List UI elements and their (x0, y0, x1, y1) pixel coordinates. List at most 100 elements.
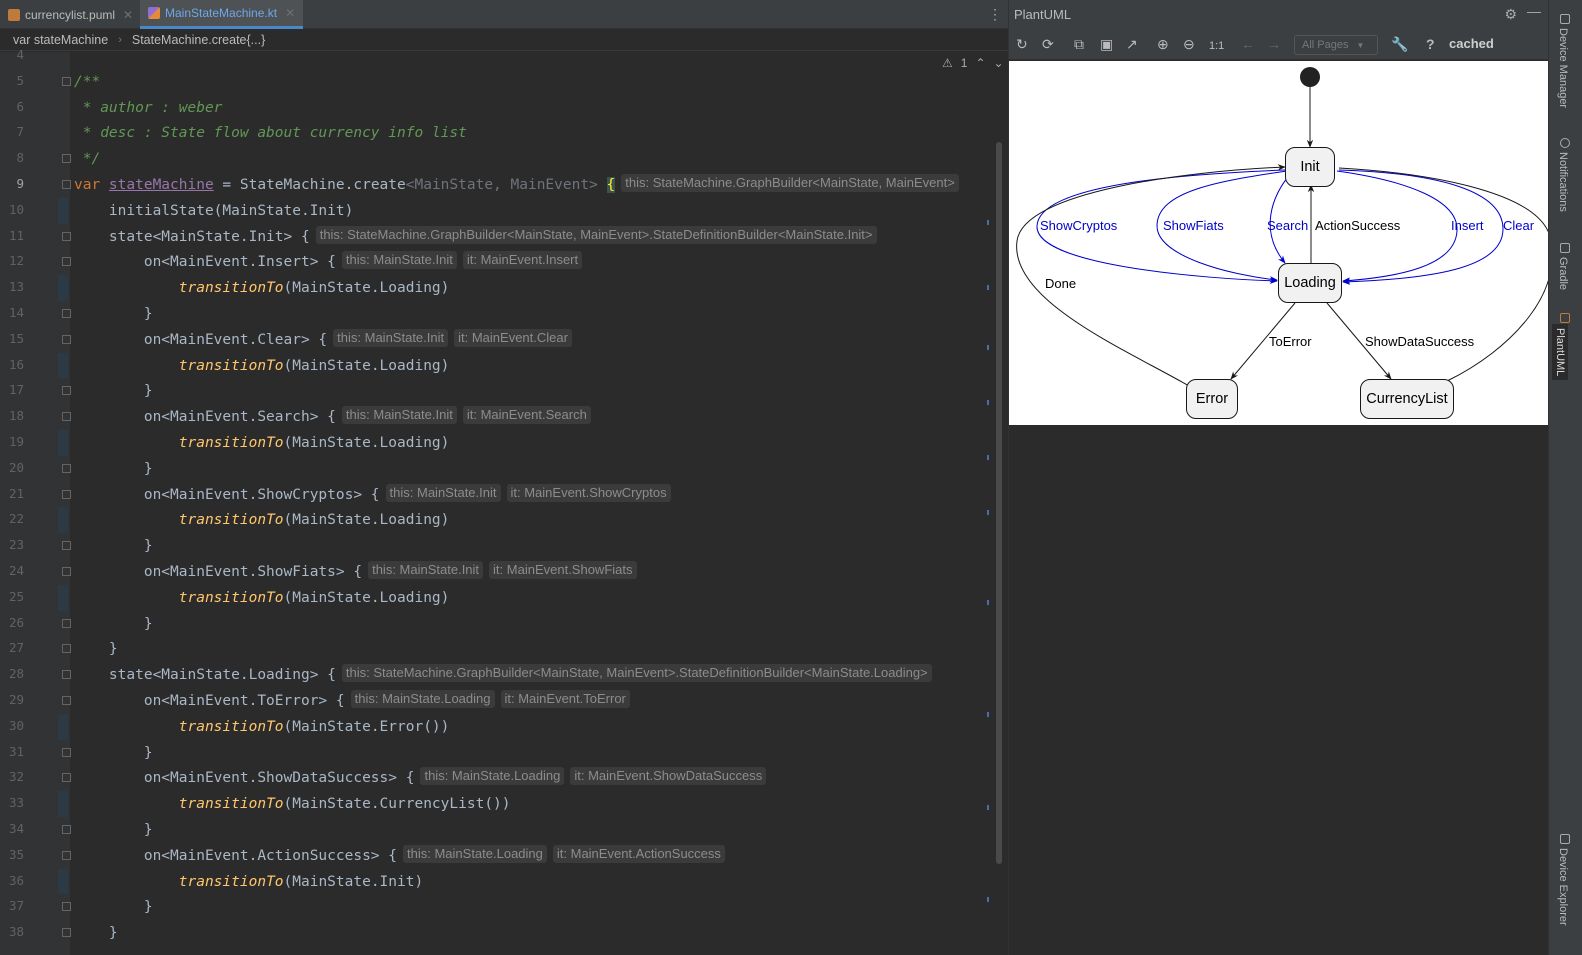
fold-icon[interactable] (62, 747, 71, 757)
fold-icon[interactable] (62, 567, 71, 576)
fold-icon[interactable] (62, 670, 71, 680)
error-stripe-mark[interactable] (987, 345, 989, 350)
fold-icon[interactable] (62, 231, 71, 241)
minimize-icon[interactable]: — (1527, 3, 1541, 19)
code-line[interactable]: initialState(MainState.Init) (74, 199, 353, 223)
fold-icon[interactable] (62, 489, 71, 499)
error-stripe-mark[interactable] (987, 455, 989, 460)
code-line[interactable]: transitionTo(MainState.Loading) (74, 586, 450, 610)
arrow-left-icon[interactable]: ← (1241, 36, 1255, 52)
error-stripe-mark[interactable] (987, 400, 989, 405)
close-icon[interactable]: ✕ (123, 8, 133, 22)
code-line[interactable]: on<MainEvent.ActionSuccess> {this: MainS… (74, 844, 725, 868)
plantuml-button[interactable]: PlantUML (1552, 324, 1568, 381)
save-icon[interactable]: ▣ (1100, 36, 1113, 52)
help-button[interactable]: ? (1426, 36, 1435, 52)
reload-icon[interactable]: ⟳ (1042, 36, 1054, 52)
error-stripe-mark[interactable] (987, 600, 989, 605)
code-line[interactable]: state<MainState.Loading> {this: StateMac… (74, 663, 932, 687)
code-line[interactable]: * desc : State flow about currency info … (74, 121, 467, 145)
state-currency-list[interactable]: CurrencyList (1360, 379, 1454, 419)
code-line[interactable]: */ (74, 147, 100, 171)
fold-icon[interactable] (62, 463, 71, 473)
fold-icon[interactable] (62, 386, 71, 396)
code-line[interactable]: on<MainEvent.ShowCryptos> {this: MainSta… (74, 483, 671, 507)
inspection-widget[interactable]: ⚠ 1 ⌃ ⌄ (938, 56, 1008, 70)
open-external-icon[interactable]: ↗ (1126, 36, 1138, 52)
state-loading[interactable]: Loading (1278, 263, 1342, 303)
code-line[interactable]: } (74, 534, 153, 558)
code-line[interactable]: on<MainEvent.Insert> {this: MainState.In… (74, 250, 583, 274)
code-line[interactable]: transitionTo(MainState.Loading) (74, 431, 450, 455)
actual-size-button[interactable]: 1:1 (1209, 38, 1224, 54)
pages-select[interactable]: All Pages ▼ (1294, 35, 1378, 55)
code-line[interactable]: state<MainState.Init> {this: StateMachin… (74, 225, 877, 249)
code-line[interactable]: transitionTo(MainState.Loading) (74, 276, 450, 300)
zoom-out-icon[interactable]: ⊖ (1183, 36, 1195, 52)
fold-icon[interactable] (62, 541, 71, 551)
breadcrumb-item[interactable]: var stateMachine (13, 33, 108, 47)
error-stripe-mark[interactable] (987, 285, 989, 290)
code-line[interactable]: transitionTo(MainState.Loading) (74, 354, 450, 378)
state-diagram[interactable]: Init Loading Error CurrencyList ShowCryp… (1009, 61, 1548, 425)
code-line[interactable]: } (74, 921, 118, 945)
code-line[interactable]: transitionTo(MainState.Error()) (74, 715, 450, 739)
code-line[interactable]: } (74, 895, 153, 919)
tab-mainstatemachine-kt[interactable]: MainStateMachine.kt ✕ (140, 0, 304, 29)
fold-icon[interactable] (62, 412, 71, 422)
error-stripe-mark[interactable] (987, 897, 989, 902)
fold-icon[interactable] (62, 154, 71, 164)
more-vertical-icon[interactable]: ⋮ (988, 6, 1002, 23)
gear-icon[interactable]: ⚙ (1504, 6, 1517, 23)
fold-icon[interactable] (62, 825, 71, 834)
fold-icon[interactable] (62, 644, 71, 654)
fold-icon[interactable] (62, 618, 71, 628)
code-line[interactable]: } (74, 818, 153, 842)
previous-highlight-icon[interactable]: ⌃ (975, 56, 985, 70)
code-line[interactable]: on<MainEvent.ShowFiats> {this: MainState… (74, 560, 637, 584)
code-line[interactable]: } (74, 379, 153, 403)
zoom-in-icon[interactable]: ⊕ (1157, 36, 1169, 52)
tab-currencylist-puml[interactable]: currencylist.puml ✕ (8, 0, 133, 29)
state-error[interactable]: Error (1186, 379, 1238, 419)
device-explorer-button[interactable]: Device Explorer (1557, 848, 1569, 926)
code-line[interactable]: on<MainEvent.Search> {this: MainState.In… (74, 405, 591, 429)
arrow-right-icon[interactable]: → (1267, 36, 1281, 52)
state-init[interactable]: Init (1285, 147, 1335, 187)
code-line[interactable]: transitionTo(MainState.Loading) (74, 508, 450, 532)
breadcrumb-item[interactable]: StateMachine.create{...} (132, 33, 265, 47)
code-line[interactable]: on<MainEvent.ToError> {this: MainState.L… (74, 689, 630, 713)
refresh-icon[interactable]: ↻ (1016, 36, 1028, 52)
code-line[interactable]: } (74, 457, 153, 481)
error-stripe-mark[interactable] (987, 712, 989, 717)
fold-icon[interactable] (62, 309, 71, 318)
fold-icon[interactable] (62, 773, 71, 783)
fold-icon[interactable] (62, 850, 71, 860)
notifications-button[interactable]: Notifications (1557, 152, 1569, 212)
fold-icon[interactable] (62, 180, 71, 189)
fold-icon[interactable] (62, 696, 71, 705)
error-stripe-mark[interactable] (987, 805, 989, 810)
code-line[interactable]: } (74, 637, 118, 661)
code-line[interactable]: } (74, 612, 153, 636)
gradle-button[interactable]: Gradle (1557, 257, 1569, 290)
close-icon[interactable]: ✕ (285, 6, 295, 20)
fold-icon[interactable] (62, 902, 71, 912)
fold-icon[interactable] (62, 928, 71, 938)
code-line[interactable]: var stateMachine = StateMachine.create<M… (74, 173, 959, 197)
fold-icon[interactable] (62, 334, 71, 344)
fold-icon[interactable] (62, 76, 71, 86)
code-line[interactable]: } (74, 741, 153, 765)
code-line[interactable]: transitionTo(MainState.Init) (74, 870, 423, 894)
error-stripe-mark[interactable] (987, 220, 989, 225)
code-line[interactable]: on<MainEvent.ShowDataSuccess> {this: Mai… (74, 766, 767, 790)
code-line[interactable]: /** (74, 70, 100, 94)
device-manager-button[interactable]: Device Manager (1557, 28, 1569, 108)
error-stripe-mark[interactable] (987, 510, 989, 515)
fold-icon[interactable] (62, 257, 71, 267)
editor-scrollbar[interactable] (996, 142, 1002, 864)
copy-icon[interactable]: ⧉ (1074, 36, 1084, 52)
next-highlight-icon[interactable]: ⌄ (994, 56, 1004, 70)
editor-gutter[interactable]: 4 5 6 7 8 9 10 11 12 13 14 15 16 17 18 19 20 21 22 23 24 25 26… (0, 47, 71, 955)
code-editor[interactable]: /** * author : weber * desc : State flow… (74, 52, 994, 955)
